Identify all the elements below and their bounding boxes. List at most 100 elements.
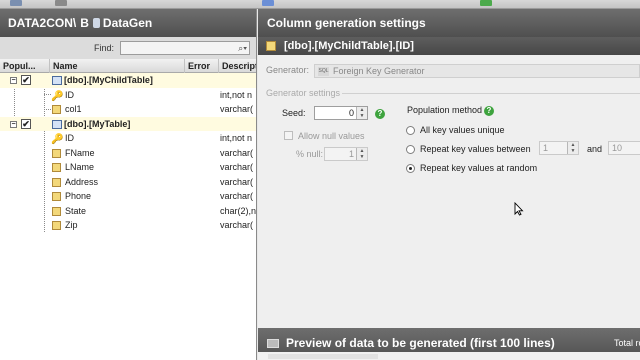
between-min-spinner[interactable]: 1 ▲ ▼	[539, 141, 579, 155]
column-icon	[52, 148, 61, 158]
column-name: Phone	[65, 191, 92, 201]
column-description: char(2),n	[220, 205, 256, 216]
preview-grid-icon	[267, 339, 279, 348]
between-max-spinner[interactable]: 10	[608, 141, 640, 155]
column-icon	[52, 163, 61, 172]
server-name: DATA2CON\	[8, 16, 77, 30]
generator-value: Foreign Key Generator	[333, 66, 425, 76]
tree-column-row[interactable]: LName varchar(	[0, 160, 256, 175]
column-icon	[52, 177, 61, 187]
table-icon	[52, 76, 62, 85]
column-name: ID	[65, 133, 74, 143]
pct-null-spinner[interactable]: 1 ▲ ▼	[324, 147, 368, 161]
window-top-toolbar	[0, 0, 640, 9]
radio-all-unique[interactable]	[406, 126, 415, 135]
tree-column-row[interactable]: Address varchar(	[0, 175, 256, 190]
column-description: varchar(	[220, 162, 254, 172]
column-name: FName	[65, 147, 95, 158]
generator-label: Generator:	[266, 65, 310, 75]
spinner-arrows-icon[interactable]: ▲ ▼	[356, 107, 367, 119]
find-label: Find:	[93, 43, 114, 53]
pct-null-value: 1	[348, 149, 354, 159]
toolbar-icon[interactable]	[55, 0, 67, 6]
column-name: LName	[65, 162, 95, 172]
total-rows-label: Total rows to	[614, 338, 640, 348]
tree-table-row[interactable]: − ✔ [dbo].[MyChildTable]	[0, 73, 256, 88]
database-icon	[92, 18, 100, 28]
column-path: [dbo].[MyChildTable].[ID]	[284, 40, 414, 52]
spinner-arrows-icon[interactable]: ▲ ▼	[567, 142, 578, 154]
tree-column-row[interactable]: FName varchar(	[0, 146, 256, 161]
tree-column-row[interactable]: col1 varchar(	[0, 102, 256, 117]
tree-table-row[interactable]: − ✔ [dbo].[MyTable]	[0, 116, 256, 131]
column-header-error[interactable]: Error	[185, 58, 219, 73]
column-description: int,not n	[220, 89, 253, 100]
preview-toolbar	[258, 352, 640, 360]
toolbar-icon[interactable]	[10, 0, 22, 6]
tree-column-row[interactable]: Zip varchar(	[0, 218, 256, 233]
option-all-unique-label[interactable]: All key values unique	[420, 125, 505, 135]
tree-column-row[interactable]: State char(2),n	[0, 204, 256, 219]
spinner-arrows-icon[interactable]: ▲ ▼	[356, 148, 367, 160]
toolbar-icon[interactable]	[262, 0, 274, 6]
between-max-value: 10	[612, 143, 623, 153]
column-icon	[52, 221, 61, 230]
column-path-header: [dbo].[MyChildTable].[ID]	[258, 37, 640, 55]
generator-select: SQL Foreign Key Generator	[314, 64, 640, 78]
table-name: [dbo].[MyTable]	[64, 118, 131, 129]
preview-panel-header: Preview of data to be generated (first 1…	[258, 328, 640, 360]
section-divider	[342, 93, 640, 94]
column-header-populate[interactable]: Popul...	[0, 58, 50, 73]
tables-panel: DATA2CON\ B DataGen Find: ⌕▾ Popul... Na…	[0, 9, 257, 360]
tree-column-row[interactable]: Phone varchar(	[0, 189, 256, 204]
tree-column-row[interactable]: 🔑 ID int,not n	[0, 88, 256, 103]
populate-checkbox[interactable]: ✔	[21, 75, 31, 85]
seed-label: Seed:	[282, 108, 306, 118]
database-path-header: DATA2CON\ B DataGen	[0, 9, 256, 37]
allow-null-label: Allow null values	[298, 131, 365, 141]
column-name: Address	[65, 176, 99, 187]
preview-title: Preview of data to be generated (first 1…	[286, 336, 555, 350]
option-repeat-between-label[interactable]: Repeat key values between	[420, 144, 531, 154]
seed-spinner[interactable]: 0 ▲ ▼	[314, 106, 368, 120]
tree-column-header: Popul... Name Error Descript	[0, 58, 256, 73]
help-icon[interactable]: ?	[484, 106, 494, 116]
tree-column-row[interactable]: 🔑 ID int,not n	[0, 131, 256, 146]
collapse-toggle[interactable]: −	[10, 77, 17, 84]
option-repeat-random-label[interactable]: Repeat key values at random	[420, 163, 537, 173]
toolbar-icon[interactable]	[480, 0, 492, 6]
population-method-label: Population method	[407, 105, 483, 115]
column-description: varchar(	[220, 104, 254, 114]
and-label: and	[587, 144, 603, 154]
column-name: col1	[65, 104, 82, 114]
column-description: varchar(	[220, 176, 254, 187]
column-name: Zip	[65, 220, 78, 230]
mouse-cursor-icon	[514, 202, 524, 216]
column-header-description[interactable]: Descript	[219, 59, 256, 73]
pct-null-label: % null:	[296, 149, 324, 159]
radio-repeat-between[interactable]	[406, 145, 415, 154]
column-description: varchar(	[220, 147, 254, 158]
column-icon	[266, 41, 276, 51]
column-description: int,not n	[220, 133, 253, 143]
populate-checkbox[interactable]: ✔	[21, 118, 31, 129]
column-description: varchar(	[220, 220, 254, 230]
column-header-name[interactable]: Name	[50, 58, 185, 73]
sql-generator-icon: SQL	[318, 67, 329, 76]
help-icon[interactable]: ?	[375, 109, 385, 119]
database-name: DataGen	[102, 16, 153, 30]
find-row: Find: ⌕▾	[0, 37, 256, 59]
allow-null-checkbox[interactable]	[284, 131, 293, 140]
server-suffix: B	[80, 16, 89, 30]
collapse-toggle[interactable]: −	[10, 120, 17, 128]
radio-repeat-random[interactable]	[406, 164, 415, 173]
column-settings-panel: Column generation settings [dbo].[MyChil…	[258, 9, 640, 360]
column-icon	[52, 206, 61, 216]
table-tree: − ✔ [dbo].[MyChildTable] 🔑 ID int,not n …	[0, 73, 256, 233]
column-description: varchar(	[220, 191, 254, 201]
seed-value: 0	[348, 108, 354, 118]
panel-title: Column generation settings	[258, 9, 640, 37]
column-name: State	[65, 205, 87, 216]
find-input[interactable]: ⌕▾	[120, 41, 250, 55]
search-icon[interactable]: ⌕▾	[238, 42, 247, 54]
